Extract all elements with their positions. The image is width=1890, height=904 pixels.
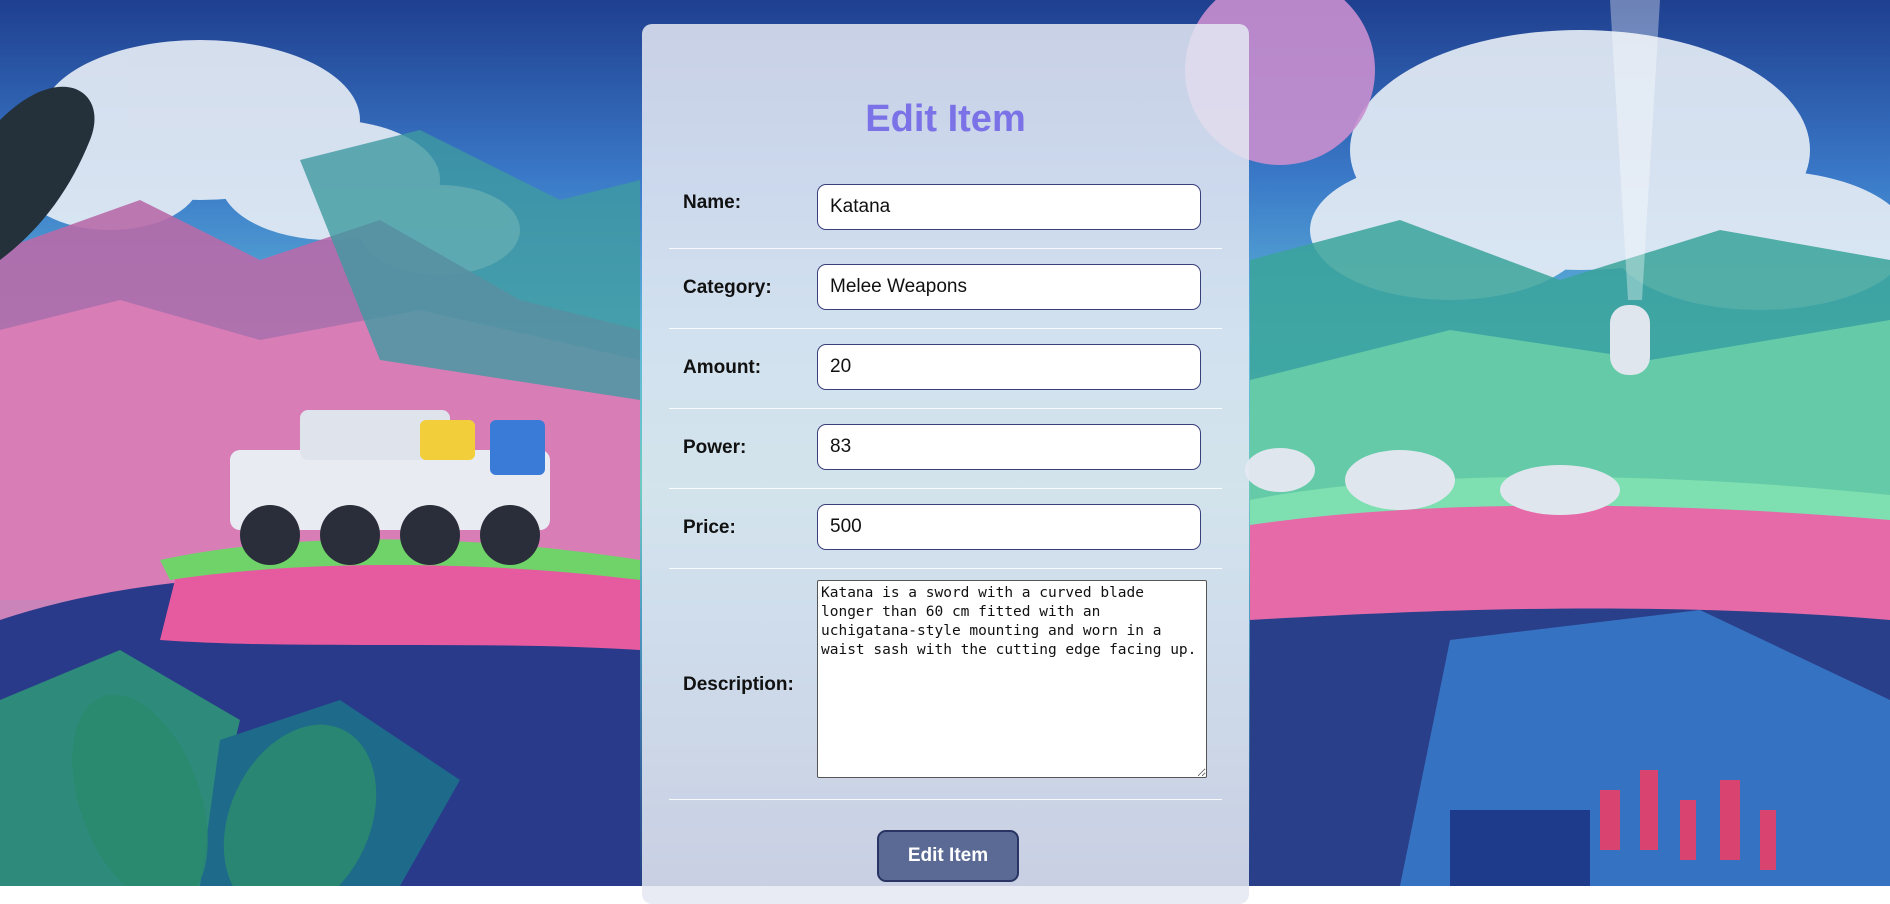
description-label: Description: <box>683 674 794 695</box>
amount-input[interactable] <box>817 344 1201 390</box>
price-label: Price: <box>683 517 736 538</box>
form-title: Edit Item <box>865 98 1026 140</box>
name-row: Name: <box>669 160 1222 249</box>
edit-item-form: Edit Item Name: Category: Amount: Power:… <box>642 24 1249 904</box>
category-input[interactable] <box>817 264 1201 310</box>
power-input[interactable] <box>817 424 1201 470</box>
category-label: Category: <box>683 277 772 298</box>
name-input[interactable] <box>817 184 1201 230</box>
description-row: Description: Katana is a sword with a cu… <box>669 568 1222 800</box>
power-label: Power: <box>683 437 747 458</box>
edit-item-button[interactable]: Edit Item <box>877 830 1019 882</box>
amount-row: Amount: <box>669 328 1222 409</box>
category-row: Category: <box>669 248 1222 329</box>
amount-label: Amount: <box>683 357 762 378</box>
price-row: Price: <box>669 488 1222 569</box>
power-row: Power: <box>669 408 1222 489</box>
description-textarea[interactable]: Katana is a sword with a curved blade lo… <box>817 580 1207 778</box>
name-label: Name: <box>683 192 742 213</box>
price-input[interactable] <box>817 504 1201 550</box>
